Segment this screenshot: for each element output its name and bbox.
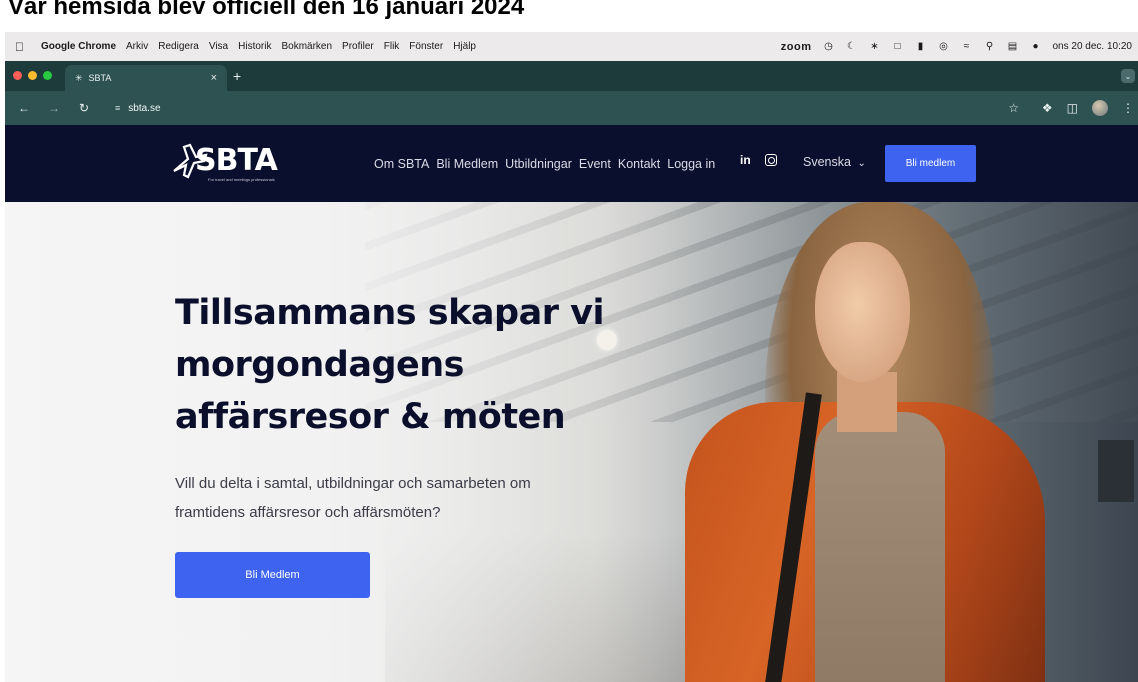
zoom-window-button[interactable] [43, 71, 52, 80]
control-center-icon[interactable]: ▤ [1006, 41, 1018, 53]
sbta-favicon-icon: ✳ [75, 72, 83, 83]
screen-mirror-icon[interactable]: □ [891, 41, 903, 53]
hero-title-line-2: morgondagens [175, 345, 465, 385]
toolbar-right-controls: ❖ ◫ ⋮ [1042, 91, 1134, 125]
nav-utbildningar[interactable]: Utbildningar [505, 157, 572, 171]
siri-icon[interactable]: ● [1029, 41, 1041, 53]
menu-historik[interactable]: Historik [238, 41, 271, 52]
screen:  Google Chrome Arkiv Redigera Visa Hist… [5, 32, 1138, 682]
profile-avatar[interactable] [1092, 100, 1108, 116]
menu-app-name[interactable]: Google Chrome [41, 41, 116, 52]
new-tab-icon[interactable]: + [233, 68, 241, 84]
hero-title-line-3: affärsresor & möten [175, 397, 566, 437]
social-links: in [740, 153, 777, 167]
url-text[interactable]: sbta.se [128, 103, 160, 114]
site-info-icon[interactable]: ≡ [115, 103, 120, 113]
hero-woman-image [665, 202, 1125, 682]
header-join-button[interactable]: Bli medlem [885, 145, 976, 182]
hero-title: Tillsammans skapar vi morgondagens affär… [175, 287, 604, 443]
caption-banner: Vår hemsida blev officiell den 16 januar… [0, 0, 1138, 22]
tab-sbta[interactable]: ✳ SBTA × [65, 65, 227, 91]
site-header: SBTA For travel and meetings professiona… [5, 125, 1138, 202]
bookmark-star-icon[interactable]: ☆ [1008, 101, 1019, 115]
hero-subtitle-line-1: Vill du delta i samtal, utbildningar och… [175, 475, 531, 492]
menubar-clock[interactable]: ons 20 dec. 10:20 [1052, 41, 1132, 52]
hero-section: Tillsammans skapar vi morgondagens affär… [5, 202, 1138, 682]
menu-profiler[interactable]: Profiler [342, 41, 374, 52]
browser-tab-strip: ✳ SBTA × + ⌄ [5, 61, 1138, 91]
nav-event[interactable]: Event [579, 157, 611, 171]
address-bar[interactable]: ≡ sbta.se ☆ [109, 96, 1029, 120]
reload-icon[interactable]: ↻ [73, 101, 95, 115]
moon-icon[interactable]: ☾ [845, 41, 857, 53]
nav-bli-medlem[interactable]: Bli Medlem [436, 157, 498, 171]
instagram-icon[interactable] [764, 154, 777, 166]
menu-hjalp[interactable]: Hjälp [453, 41, 476, 52]
macos-menubar:  Google Chrome Arkiv Redigera Visa Hist… [5, 32, 1138, 61]
zoom-status-icon[interactable]: zoom [781, 41, 812, 53]
minimize-window-button[interactable] [28, 71, 37, 80]
tab-title: SBTA [88, 73, 112, 83]
airdrop-icon[interactable]: ◎ [937, 41, 949, 53]
caption-text: Vår hemsida blev officiell den 16 januar… [8, 0, 525, 20]
linkedin-icon[interactable]: in [740, 153, 751, 167]
spotlight-search-icon[interactable]: ⚲ [983, 41, 995, 53]
menu-redigera[interactable]: Redigera [158, 41, 199, 52]
sbta-logo[interactable]: SBTA For travel and meetings professiona… [170, 139, 295, 185]
battery-icon[interactable]: ▮ [914, 41, 926, 53]
tab-search-icon[interactable]: ⌄ [1121, 69, 1135, 83]
browser-toolbar: ← → ↻ ⌂ ≡ sbta.se ☆ ❖ ◫ ⋮ [5, 91, 1138, 125]
ceiling-lamp [597, 330, 617, 350]
forward-icon[interactable]: → [43, 101, 65, 115]
menu-bokmarken[interactable]: Bokmärken [281, 41, 332, 52]
hero-subtitle: Vill du delta i samtal, utbildningar och… [175, 469, 595, 527]
bluetooth-icon[interactable]: ∗ [868, 41, 880, 53]
side-panel-icon[interactable]: ◫ [1067, 101, 1078, 115]
logo-tagline: For travel and meetings professionals [208, 177, 275, 182]
menu-visa[interactable]: Visa [209, 41, 228, 52]
menu-arkiv[interactable]: Arkiv [126, 41, 148, 52]
time-machine-icon[interactable]: ◷ [822, 41, 834, 53]
menu-flik[interactable]: Flik [384, 41, 400, 52]
hero-subtitle-line-2: framtidens affärsresor och affärsmöten? [175, 504, 441, 521]
nav-om-sbta[interactable]: Om SBTA [374, 157, 429, 171]
main-nav: Om SBTA Bli Medlem Utbildningar Event Ko… [374, 125, 715, 202]
logo-wordmark: SBTA [195, 143, 278, 178]
chevron-down-icon: ⌄ [857, 158, 866, 169]
more-menu-icon[interactable]: ⋮ [1122, 101, 1134, 115]
close-tab-icon[interactable]: × [211, 72, 217, 84]
nav-logga-in[interactable]: Logga in [667, 157, 715, 171]
hero-title-line-1: Tillsammans skapar vi [175, 293, 604, 333]
language-label: Svenska [803, 155, 851, 169]
language-selector[interactable]: Svenska ⌄ [803, 155, 866, 169]
hero-join-button[interactable]: Bli Medlem [175, 552, 370, 598]
menubar-status-area: zoom ◷ ☾ ∗ □ ▮ ◎ ≈ ⚲ ▤ ● ons 20 dec. 10:… [781, 32, 1132, 61]
close-window-button[interactable] [13, 71, 22, 80]
wifi-icon[interactable]: ≈ [960, 41, 972, 53]
apple-icon[interactable]:  [15, 40, 29, 54]
nav-kontakt[interactable]: Kontakt [618, 157, 660, 171]
extensions-icon[interactable]: ❖ [1042, 101, 1053, 115]
menu-fonster[interactable]: Fönster [409, 41, 443, 52]
back-icon[interactable]: ← [13, 101, 35, 115]
window-controls [13, 71, 52, 80]
